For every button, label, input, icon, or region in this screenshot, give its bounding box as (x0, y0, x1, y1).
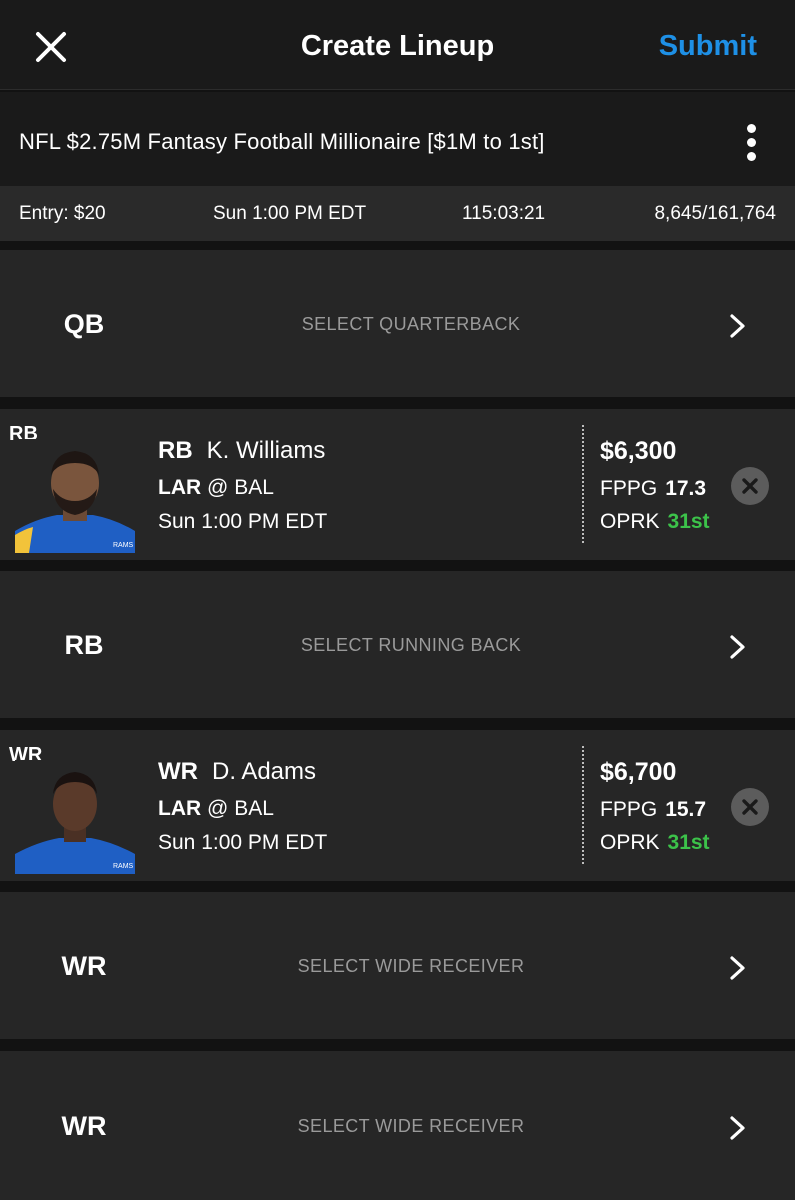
oprk-label: OPRK (600, 831, 660, 854)
divider (582, 746, 584, 864)
fppg-value: 15.7 (665, 798, 707, 821)
start-time: Sun 1:00 PM EDT (213, 203, 367, 224)
lineup-slot-wr-filled[interactable]: WR RAMS WR D. Adams LAR @ BAL Sun 1:00 PM… (0, 730, 795, 881)
countdown-timer: 115:03:21 (462, 203, 546, 224)
chevron-right-icon (730, 956, 745, 980)
player-photo: RAMS (15, 439, 135, 553)
player-name: D. Adams (211, 758, 317, 785)
slot-prompt: SELECT WIDE RECEIVER (297, 956, 525, 976)
player-position: WR (158, 758, 198, 785)
player-salary: $6,300 (600, 437, 677, 465)
opponent-team: BAL (234, 797, 274, 820)
player-position: RB (158, 437, 193, 464)
entries-count: 8,645/161,764 (654, 203, 776, 224)
more-options-button[interactable] (741, 124, 761, 164)
game-time: Sun 1:00 PM EDT (158, 510, 328, 533)
contest-title: NFL $2.75M Fantasy Football Millionaire … (19, 129, 545, 154)
remove-player-button[interactable] (731, 467, 769, 505)
app-header: Create Lineup Submit (0, 0, 795, 90)
slot-position: RB (64, 630, 104, 660)
lineup-slot-wr[interactable]: WR SELECT WIDE RECEIVER (0, 892, 795, 1039)
player-photo: RAMS (15, 760, 135, 874)
entry-fee: Entry: $20 (19, 203, 106, 224)
player-team: LAR (158, 476, 202, 499)
oprk-label: OPRK (600, 510, 660, 533)
submit-button[interactable]: Submit (659, 30, 757, 63)
slot-prompt: SELECT WIDE RECEIVER (297, 1116, 525, 1136)
remove-icon (742, 478, 758, 494)
kebab-menu-icon (741, 124, 761, 161)
svg-text:RAMS: RAMS (113, 542, 134, 549)
remove-player-button[interactable] (731, 788, 769, 826)
chevron-right-icon (730, 1116, 745, 1140)
fppg-label: FPPG (600, 477, 658, 500)
player-salary: $6,700 (600, 758, 677, 786)
slot-prompt: SELECT QUARTERBACK (301, 314, 521, 334)
lineup-slot-rb[interactable]: RB SELECT RUNNING BACK (0, 571, 795, 718)
player-name: K. Williams (206, 437, 326, 464)
chevron-right-icon (730, 635, 745, 659)
matchup-at: @ (207, 476, 229, 499)
chevron-right-icon (730, 314, 745, 338)
divider (582, 425, 584, 543)
opponent-team: BAL (234, 476, 274, 499)
slot-position: WR (61, 1111, 107, 1141)
oprk-value: 31st (667, 831, 710, 854)
contest-bar: NFL $2.75M Fantasy Football Millionaire … (0, 92, 795, 186)
slot-position: QB (63, 309, 105, 339)
lineup-slot-qb[interactable]: QB SELECT QUARTERBACK (0, 250, 795, 397)
svg-text:RAMS: RAMS (113, 863, 134, 870)
player-team: LAR (158, 797, 202, 820)
fppg-value: 17.3 (665, 477, 707, 500)
remove-icon (742, 799, 758, 815)
matchup-at: @ (207, 797, 229, 820)
oprk-value: 31st (667, 510, 710, 533)
fppg-label: FPPG (600, 798, 658, 821)
game-time: Sun 1:00 PM EDT (158, 831, 328, 854)
contest-info-bar: Entry: $20 Sun 1:00 PM EDT 115:03:21 8,6… (0, 186, 795, 241)
slot-prompt: SELECT RUNNING BACK (300, 635, 522, 655)
lineup-slot-wr[interactable]: WR SELECT WIDE RECEIVER (0, 1051, 795, 1200)
slot-position: WR (61, 951, 107, 981)
lineup-slot-rb-filled[interactable]: RB RAMS RB K. Williams LAR @ BAL Sun 1:00… (0, 409, 795, 560)
